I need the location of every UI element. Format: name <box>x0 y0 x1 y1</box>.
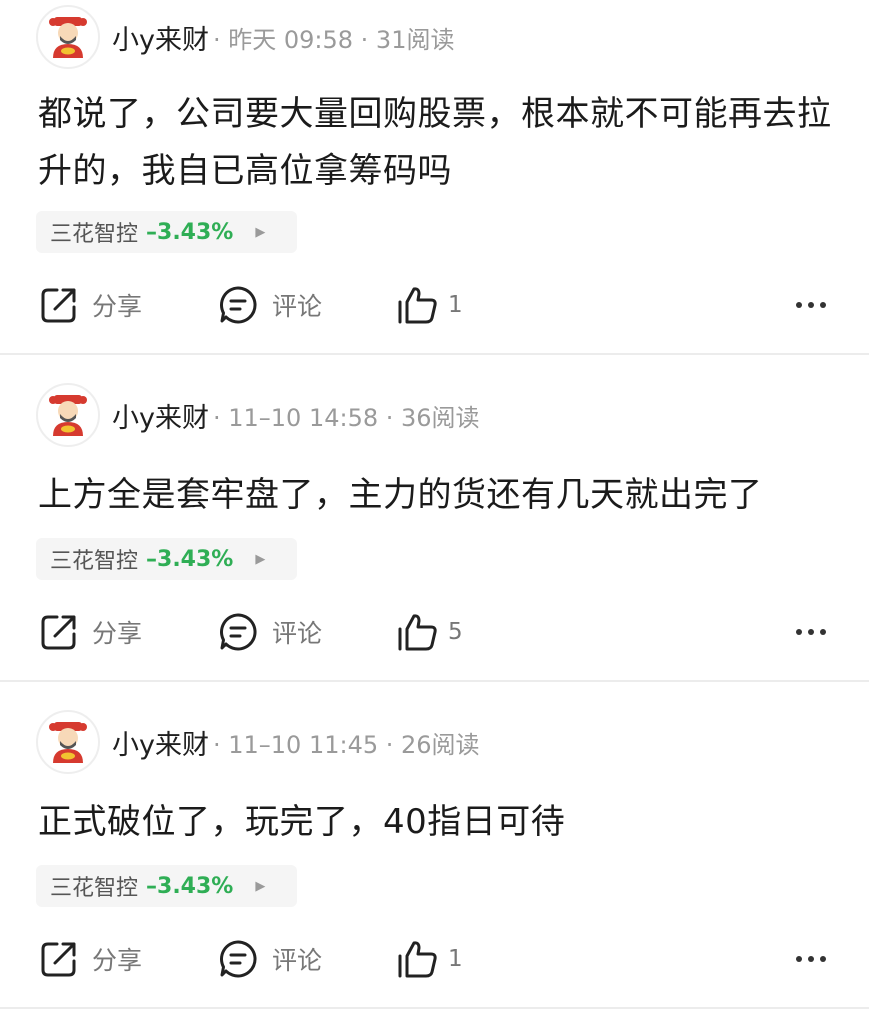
more-button[interactable] <box>795 935 827 983</box>
stock-change: –3.43% <box>146 546 234 572</box>
comment-button[interactable]: 评论 <box>218 935 322 983</box>
more-dots-icon <box>796 629 826 635</box>
stock-change: –3.43% <box>146 873 234 899</box>
avatar[interactable] <box>36 383 100 447</box>
post-header: 小y来财 · 11–10 14:58 · 36阅读 <box>36 382 480 448</box>
username[interactable]: 小y来财 <box>112 396 209 435</box>
stock-name: 三花智控 <box>50 876 139 901</box>
stock-change: –3.43% <box>146 219 234 245</box>
avatar[interactable] <box>36 5 100 69</box>
like-count: 1 <box>448 292 463 318</box>
comment-icon <box>220 613 257 651</box>
share-button[interactable]: 分享 <box>40 935 142 983</box>
stock-name: 三花智控 <box>50 222 139 247</box>
more-button[interactable] <box>795 281 827 329</box>
share-label: 分享 <box>92 946 143 975</box>
avatar[interactable] <box>36 710 100 774</box>
comment-icon <box>220 286 257 324</box>
post-card[interactable]: 小y来财 · 昨天 09:58 · 31阅读 都说了，公司要大量回购股票，根本就… <box>0 0 869 355</box>
thumbs-up-icon <box>398 941 437 978</box>
more-dots-icon <box>796 956 826 962</box>
post-card[interactable]: 小y来财 · 11–10 11:45 · 26阅读 正式破位了，玩完了，40指日… <box>0 682 869 1009</box>
comment-label: 评论 <box>272 292 323 321</box>
like-button[interactable]: 5 <box>396 608 463 656</box>
share-button[interactable]: 分享 <box>40 608 142 656</box>
post-meta: · 11–10 11:45 · 26阅读 <box>212 730 480 759</box>
stock-tag[interactable]: 三花智控 –3.43% ▶ <box>36 211 297 253</box>
stock-tag[interactable]: 三花智控 –3.43% ▶ <box>36 865 297 907</box>
post-content[interactable]: 都说了，公司要大量回购股票，根本就不可能再去拉升的，我自已高位拿筹码吗 <box>38 86 833 200</box>
share-icon <box>41 942 76 977</box>
stock-tag[interactable]: 三花智控 –3.43% ▶ <box>36 538 297 580</box>
comment-button[interactable]: 评论 <box>218 281 322 329</box>
stock-name: 三花智控 <box>50 549 139 574</box>
like-count: 5 <box>448 619 463 645</box>
like-button[interactable]: 1 <box>396 281 463 329</box>
more-dots-icon <box>796 302 826 308</box>
post-header: 小y来财 · 11–10 11:45 · 26阅读 <box>36 709 480 775</box>
post-content[interactable]: 正式破位了，玩完了，40指日可待 <box>38 794 833 851</box>
thumbs-up-icon <box>398 287 437 324</box>
comment-label: 评论 <box>272 619 323 648</box>
like-count: 1 <box>448 946 463 972</box>
chevron-right-icon: ▶ <box>255 224 266 240</box>
share-icon <box>41 615 76 650</box>
chevron-right-icon: ▶ <box>255 551 266 567</box>
caishen-avatar-icon <box>49 395 87 436</box>
username[interactable]: 小y来财 <box>112 723 209 762</box>
caishen-avatar-icon <box>49 722 87 763</box>
comment-label: 评论 <box>272 946 323 975</box>
share-label: 分享 <box>92 292 143 321</box>
username[interactable]: 小y来财 <box>112 18 209 57</box>
comment-button[interactable]: 评论 <box>218 608 322 656</box>
chevron-right-icon: ▶ <box>255 878 266 894</box>
post-card[interactable]: 小y来财 · 11–10 14:58 · 36阅读 上方全是套牢盘了，主力的货还… <box>0 355 869 682</box>
share-icon <box>41 288 76 323</box>
like-button[interactable]: 1 <box>396 935 463 983</box>
post-content[interactable]: 上方全是套牢盘了，主力的货还有几天就出完了 <box>38 467 833 524</box>
share-button[interactable]: 分享 <box>40 281 142 329</box>
share-label: 分享 <box>92 619 143 648</box>
post-meta: · 11–10 14:58 · 36阅读 <box>212 403 480 432</box>
caishen-avatar-icon <box>49 17 87 58</box>
comment-icon <box>220 940 257 978</box>
action-bar: 分享 评论 1 <box>0 935 869 983</box>
more-button[interactable] <box>795 608 827 656</box>
post-header: 小y来财 · 昨天 09:58 · 31阅读 <box>36 4 454 70</box>
action-bar: 分享 评论 1 <box>0 281 869 329</box>
action-bar: 分享 评论 5 <box>0 608 869 656</box>
thumbs-up-icon <box>398 614 437 651</box>
post-meta: · 昨天 09:58 · 31阅读 <box>212 25 455 54</box>
divider <box>0 1007 869 1009</box>
